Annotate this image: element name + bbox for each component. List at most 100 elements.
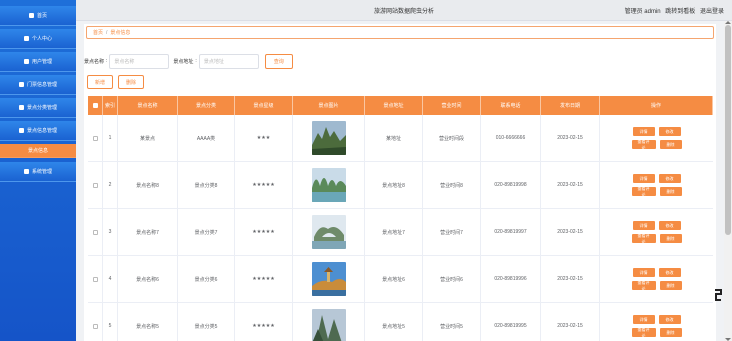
row-delete-button[interactable]: 删除 [659,187,682,196]
address-search-input[interactable]: 景点地址 [198,53,259,69]
logout-link[interactable]: 退出登录 [700,9,724,15]
front-link[interactable]: 跳转到看板 [665,9,695,15]
checkbox[interactable] [92,229,98,235]
sidebar-item-label: 景点分类管理 [26,105,57,111]
table-body: 1 某景点 AAAA类 ★★★ 某地址 营业时间段 010-6666666 2023-02-1… [88,115,713,341]
spot-date: 2023-02-15 [541,256,600,302]
spot-date: 2023-02-15 [541,209,600,255]
sidebar-subitem-spot-info[interactable]: 景点信息 [0,144,76,158]
edit-button[interactable]: 修改 [658,127,681,136]
action-bar: 新增 删除 [87,75,149,89]
header-cell: 景点地址 [365,96,423,115]
spot-stars: ★★★★★ [235,162,293,208]
view-comments-button[interactable]: 查看评论 [631,327,656,338]
row-select-cell[interactable] [88,303,103,341]
sidebar-item-label: 景点信息管理 [26,128,57,134]
spot-phone: 020-89819996 [481,256,541,302]
add-button[interactable]: 新增 [87,75,113,89]
detail-button[interactable]: 详情 [632,315,655,324]
scrollbar-thumb[interactable] [725,25,731,235]
detail-button[interactable]: 详情 [632,174,655,183]
spot-category: 景点分类5 [178,303,235,341]
sidebar-item-system[interactable]: 系统管理 [0,162,76,182]
sidebar-item-label: 系统管理 [31,169,52,175]
spot-category: 景点分类8 [178,162,235,208]
row-select-cell[interactable] [88,256,103,302]
row-select-cell[interactable] [88,115,103,161]
breadcrumb-home[interactable]: 首页 [93,29,103,36]
edit-button[interactable]: 修改 [658,174,681,183]
search-bar: 景点名称: 景点名称 景点地址: 景点地址 查询 [84,53,293,69]
row-operations: 详情 修改 查看评论 删除 [600,162,713,208]
row-delete-button[interactable]: 删除 [659,281,682,290]
view-comments-button[interactable]: 查看评论 [631,280,656,291]
spot-address: 景点地址7 [365,209,423,255]
row-index: 1 [103,115,118,161]
sidebar-item-tickets[interactable]: 门票信息管理 [0,75,76,95]
table-row: 5 景点名称5 景点分类5 ★★★★★ 景点地址5 营业时间5 020-89819995 20… [88,303,713,341]
main-content: 首页 / 景点信息 景点名称: 景点名称 景点地址: 景点地址 查询 新增 删除… [84,24,716,341]
spot-stars: ★★★ [235,115,293,161]
row-delete-button[interactable]: 删除 [659,328,682,337]
header-select-all[interactable] [88,96,103,115]
header-cell: 景点图片 [293,96,365,115]
floating-widget-icon[interactable] [713,288,723,302]
monitor-icon [18,105,24,110]
view-comments-button[interactable]: 查看评论 [631,186,656,197]
app-root: 首页 个人中心 用户管理 门票信息管理 景点分类管理 景点信息管理 景点信息 系… [0,0,732,341]
edit-button[interactable]: 修改 [658,315,681,324]
spot-hours: 营业时间段 [423,115,481,161]
spot-date: 2023-02-15 [541,162,600,208]
edit-button[interactable]: 修改 [658,221,681,230]
delete-button[interactable]: 删除 [118,75,144,89]
grid-icon [18,82,24,87]
detail-button[interactable]: 详情 [632,268,655,277]
view-comments-button[interactable]: 查看评论 [631,233,656,244]
spot-name: 景点名称6 [118,256,178,302]
vertical-scrollbar[interactable] [724,21,732,341]
query-button[interactable]: 查询 [264,53,293,69]
spot-hours: 营业时间8 [423,162,481,208]
checkbox[interactable] [92,276,98,282]
header-cell: 景点名称 [118,96,178,115]
spot-hours: 营业时间7 [423,209,481,255]
row-select-cell[interactable] [88,209,103,255]
name-search-input[interactable]: 景点名称 [109,53,170,69]
sidebar-item-users[interactable]: 用户管理 [0,52,76,72]
spot-address: 景点地址5 [365,303,423,341]
sidebar-item-home[interactable]: 首页 [0,6,76,26]
sidebar-item-spot-management[interactable]: 景点信息管理 [0,121,76,141]
checkbox[interactable] [92,182,98,188]
view-comments-button[interactable]: 查看评论 [631,139,656,150]
top-header: 旅游网站数据爬虫分析 管理员 admin 跳转到看板 退出登录 [76,0,732,21]
spot-stars: ★★★★★ [235,256,293,302]
colon: : [195,58,197,64]
spot-name: 景点名称7 [118,209,178,255]
row-index: 3 [103,209,118,255]
edit-button[interactable]: 修改 [658,268,681,277]
checkbox[interactable] [92,323,98,329]
home-icon [28,13,34,18]
row-delete-button[interactable]: 删除 [659,234,682,243]
spot-hours: 营业时间6 [423,256,481,302]
address-label: 景点地址 [173,58,194,65]
detail-button[interactable]: 详情 [632,127,655,136]
spot-image [293,303,365,341]
checkbox[interactable] [92,103,98,108]
spot-name: 景点名称5 [118,303,178,341]
spot-phone: 020-89819997 [481,209,541,255]
spot-category: 景点分类6 [178,256,235,302]
detail-button[interactable]: 详情 [632,221,655,230]
header-cell: 索引 [103,96,118,115]
row-select-cell[interactable] [88,162,103,208]
grid-icon [23,59,29,64]
scroll-up-icon[interactable] [725,21,731,24]
sidebar-item-profile[interactable]: 个人中心 [0,29,76,49]
spot-image [293,256,365,302]
checkbox[interactable] [92,135,98,141]
sidebar-item-categories[interactable]: 景点分类管理 [0,98,76,118]
row-delete-button[interactable]: 删除 [659,140,682,149]
user-icon [23,36,29,41]
header-cell: 营业时间 [423,96,481,115]
spot-image [293,115,365,161]
